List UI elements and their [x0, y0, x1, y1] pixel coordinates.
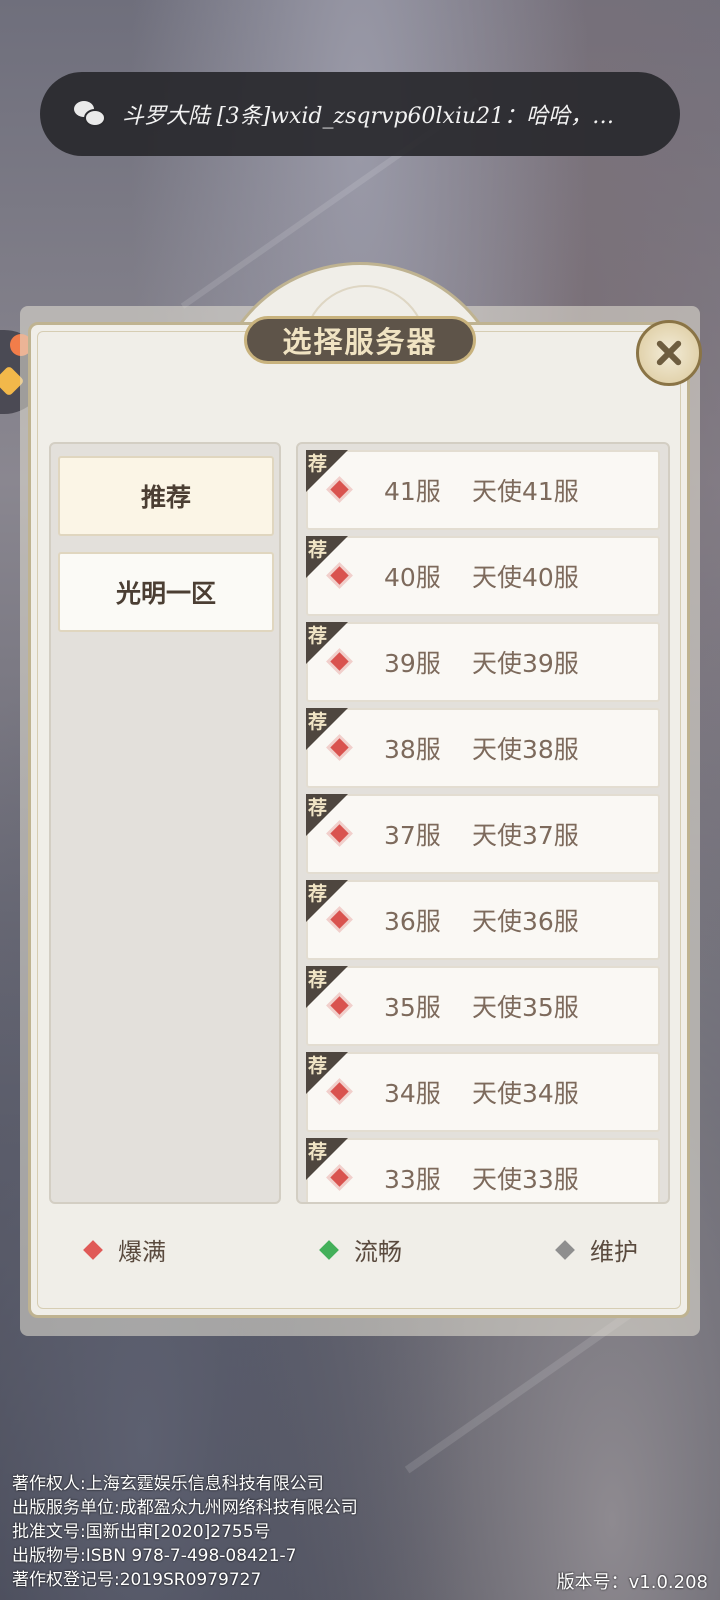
recommended-badge-label: 荐 — [308, 453, 328, 475]
server-name: 天使38服 — [472, 735, 579, 764]
server-name: 天使40服 — [472, 563, 579, 592]
legend-smooth: 流畅 — [319, 1232, 402, 1267]
dialog-title: 选择服务器 — [282, 325, 438, 359]
server-list[interactable]: 荐 41服 天使41服 荐 40服 天使40服 荐 39服 天使39服 荐 38… — [296, 442, 670, 1204]
recommended-badge-label: 荐 — [308, 711, 328, 733]
server-item[interactable]: 荐 33服 天使33服 — [306, 1138, 660, 1202]
recommended-badge-label: 荐 — [308, 539, 328, 561]
legend-full: 爆满 — [83, 1232, 166, 1267]
server-item[interactable]: 荐 39服 天使39服 — [306, 622, 660, 702]
recommended-badge-label: 荐 — [308, 969, 328, 991]
server-item[interactable]: 荐 40服 天使40服 — [306, 536, 660, 616]
publisher: 出版服务单位:成都盈众九州网络科技有限公司 — [12, 1498, 358, 1518]
server-number: 36服 — [384, 907, 441, 936]
dialog-title-plate: 选择服务器 — [244, 316, 476, 364]
wechat-icon — [74, 101, 106, 127]
legend-maintenance: 维护 — [555, 1232, 638, 1267]
zone-tab-recommended[interactable]: 推荐 — [58, 456, 274, 536]
recommended-badge-label: 荐 — [308, 1055, 328, 1077]
version-label: 版本号：v1.0.208 — [556, 1572, 708, 1593]
registration-number: 著作权登记号:2019SR0979727 — [12, 1570, 262, 1590]
approval-number: 批准文号:国新出审[2020]2755号 — [12, 1522, 271, 1542]
server-item[interactable]: 荐 36服 天使36服 — [306, 880, 660, 960]
status-smooth-icon — [319, 1239, 339, 1260]
recommended-badge-label: 荐 — [308, 883, 328, 905]
recommended-badge-label: 荐 — [308, 625, 328, 647]
server-number: 33服 — [384, 1165, 441, 1194]
server-name: 天使33服 — [472, 1165, 579, 1194]
server-item[interactable]: 荐 41服 天使41服 — [306, 450, 660, 530]
server-name: 天使34服 — [472, 1079, 579, 1108]
copyright-owner: 著作权人:上海玄霆娱乐信息科技有限公司 — [12, 1474, 324, 1494]
server-number: 41服 — [384, 477, 441, 506]
server-name: 天使35服 — [472, 993, 579, 1022]
legend-label: 流畅 — [354, 1238, 402, 1266]
server-number: 40服 — [384, 563, 441, 592]
server-number: 38服 — [384, 735, 441, 764]
server-number: 35服 — [384, 993, 441, 1022]
server-number: 37服 — [384, 821, 441, 850]
server-name: 天使36服 — [472, 907, 579, 936]
server-name: 天使39服 — [472, 649, 579, 678]
zone-tab-guangming-1[interactable]: 光明一区 — [58, 552, 274, 632]
copyright-footer: 著作权人:上海玄霆娱乐信息科技有限公司 出版服务单位:成都盈众九州网络科技有限公… — [12, 1472, 358, 1592]
status-maintenance-icon — [555, 1239, 575, 1260]
server-item[interactable]: 荐 38服 天使38服 — [306, 708, 660, 788]
server-item[interactable]: 荐 37服 天使37服 — [306, 794, 660, 874]
legend-label: 爆满 — [118, 1238, 166, 1266]
server-number: 34服 — [384, 1079, 441, 1108]
isbn: 出版物号:ISBN 978-7-498-08421-7 — [12, 1546, 297, 1566]
status-full-icon — [83, 1239, 103, 1260]
server-item[interactable]: 荐 34服 天使34服 — [306, 1052, 660, 1132]
server-name: 天使37服 — [472, 821, 579, 850]
server-name: 天使41服 — [472, 477, 579, 506]
notification-text: 斗罗大陆 [3条]wxid_zsqrvp60lxiu21：哈哈，… — [122, 104, 615, 129]
server-item[interactable]: 荐 35服 天使35服 — [306, 966, 660, 1046]
notification-banner[interactable]: 斗罗大陆 [3条]wxid_zsqrvp60lxiu21：哈哈，… — [40, 72, 680, 156]
legend-label: 维护 — [590, 1238, 638, 1266]
close-icon[interactable] — [636, 320, 702, 386]
recommended-badge-label: 荐 — [308, 1141, 328, 1163]
server-number: 39服 — [384, 649, 441, 678]
recommended-badge-label: 荐 — [308, 797, 328, 819]
